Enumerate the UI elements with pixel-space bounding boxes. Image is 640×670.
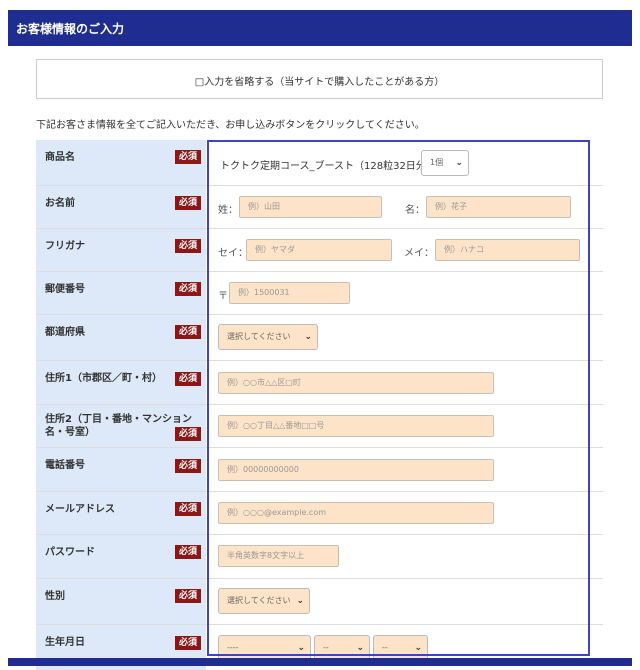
last-name-input[interactable]: 例）山田 [239,196,382,218]
sei-kana-prefix: セイ： [218,248,248,259]
label-cell: 住所2（丁目・番地・マンション名・号室） 必須 [36,405,206,447]
birth-day-value: -- [382,643,388,652]
email-input[interactable]: 例）○○○@example.com [218,502,494,524]
label-cell: 商品名 必須 [36,140,206,185]
row-name: お名前 必須 姓： 例）山田 名： 例）花子 [36,186,603,229]
chevron-down-icon: ⌄ [297,643,305,653]
prefecture-value: 選択してください [227,332,291,341]
first-name-input[interactable]: 例）花子 [426,196,571,218]
required-badge: 必須 [175,427,201,441]
skip-input-label: □入力を省略する（当サイトで購入したことがある方） [194,77,445,88]
chevron-down-icon: ⌄ [455,158,463,168]
zip-prefix: 〒 [218,291,228,302]
address2-input[interactable]: 例）○○丁目△△番地□□号 [218,415,494,437]
address1-input[interactable]: 例）○○市△△区□町 [218,372,494,394]
page-title: お客様情報のご入力 [16,22,125,36]
value-cell: セイ： 例）ヤマダ メイ： 例）ハナコ [206,229,603,271]
value-cell: トクトク定期コース_ブースト（128粒32日分） 1個 ⌄ [206,140,603,185]
chevron-down-icon: ⌄ [414,643,422,653]
quantity-value: 1個 [430,158,444,167]
header-bar: お客様情報のご入力 [8,10,632,46]
quantity-select[interactable]: 1個 ⌄ [421,150,469,176]
row-tel: 電話番号 必須 例）00000000000 [36,448,603,492]
name-label: お名前 [45,198,75,209]
customer-form: 商品名 必須 トクトク定期コース_ブースト（128粒32日分） 1個 ⌄ お名前 … [36,140,603,670]
mei-kana-prefix: メイ： [404,248,434,259]
required-badge: 必須 [175,196,201,210]
label-cell: 郵便番号 必須 [36,272,206,314]
birth-year-value: ---- [227,643,239,652]
mei-prefix: 名： [405,205,425,216]
required-badge: 必須 [175,459,201,473]
product-name: トクトク定期コース_ブースト（128粒32日分） [220,161,436,172]
value-cell: 〒 例）1500031 [206,272,603,314]
row-addr2: 住所2（丁目・番地・マンション名・号室） 必須 例）○○丁目△△番地□□号 [36,405,603,448]
row-password: パスワード 必須 半角英数字8文字以上 [36,535,603,579]
label-cell: 都道府県 必須 [36,315,206,360]
label-cell: 住所1（市郡区／町・村） 必須 [36,361,206,404]
chevron-down-icon: ⌄ [304,332,312,342]
value-cell: 例）○○市△△区□町 [206,361,603,404]
pref-label: 都道府県 [45,327,85,338]
label-cell: 電話番号 必須 [36,448,206,491]
first-name-kana-input[interactable]: 例）ハナコ [435,239,580,261]
sex-select[interactable]: 選択してください ⌄ [218,588,310,614]
addr1-label: 住所1（市郡区／町・村） [45,373,162,384]
required-badge: 必須 [175,325,201,339]
value-cell: 姓： 例）山田 名： 例）花子 [206,186,603,228]
required-badge: 必須 [175,502,201,516]
chevron-down-icon: ⌄ [296,596,304,606]
birth-month-value: -- [323,643,329,652]
sex-label: 性別 [45,591,65,602]
zip-input[interactable]: 例）1500031 [229,282,350,304]
row-kana: フリガナ 必須 セイ： 例）ヤマダ メイ： 例）ハナコ [36,229,603,272]
row-sex: 性別 必須 選択してください ⌄ [36,579,603,625]
value-cell: 例）○○○@example.com [206,492,603,534]
prefecture-select[interactable]: 選択してください ⌄ [218,324,318,350]
zip-label: 郵便番号 [45,284,85,295]
kana-label: フリガナ [45,241,85,252]
required-badge: 必須 [175,545,201,559]
value-cell: 半角英数字8文字以上 [206,535,603,578]
skip-input-checkbox[interactable]: □入力を省略する（当サイトで購入したことがある方） [36,59,603,99]
row-product: 商品名 必須 トクトク定期コース_ブースト（128粒32日分） 1個 ⌄ [36,140,603,186]
required-badge: 必須 [175,282,201,296]
required-badge: 必須 [175,150,201,164]
row-zip: 郵便番号 必須 〒 例）1500031 [36,272,603,315]
row-email: メールアドレス 必須 例）○○○@example.com [36,492,603,535]
label-cell: メールアドレス 必須 [36,492,206,534]
intro-text: 下記お客さま情報を全てご記入いただき、お申し込みボタンをクリックしてください。 [36,120,425,131]
birth-label: 生年月日 [45,637,85,648]
last-name-kana-input[interactable]: 例）ヤマダ [246,239,392,261]
chevron-down-icon: ⌄ [356,643,364,653]
footer-bar [8,658,632,666]
sex-value: 選択してください [227,596,291,605]
label-cell: お名前 必須 [36,186,206,228]
required-badge: 必須 [175,589,201,603]
value-cell: 例）○○丁目△△番地□□号 [206,405,603,447]
password-input[interactable]: 半角英数字8文字以上 [218,545,339,567]
row-addr1: 住所1（市郡区／町・村） 必須 例）○○市△△区□町 [36,361,603,405]
sei-prefix: 姓： [218,205,238,216]
value-cell: 例）00000000000 [206,448,603,491]
label-cell: フリガナ 必須 [36,229,206,271]
required-badge: 必須 [175,239,201,253]
password-label: パスワード [45,547,95,558]
required-badge: 必須 [175,372,201,386]
tel-label: 電話番号 [45,460,85,471]
label-cell: 性別 必須 [36,579,206,624]
product-label: 商品名 [45,152,75,163]
value-cell: 選択してください ⌄ [206,579,603,624]
required-badge: 必須 [175,636,201,650]
phone-input[interactable]: 例）00000000000 [218,459,494,481]
row-pref: 都道府県 必須 選択してください ⌄ [36,315,603,361]
label-cell: パスワード 必須 [36,535,206,578]
email-label: メールアドレス [45,504,115,515]
value-cell: 選択してください ⌄ [206,315,603,360]
